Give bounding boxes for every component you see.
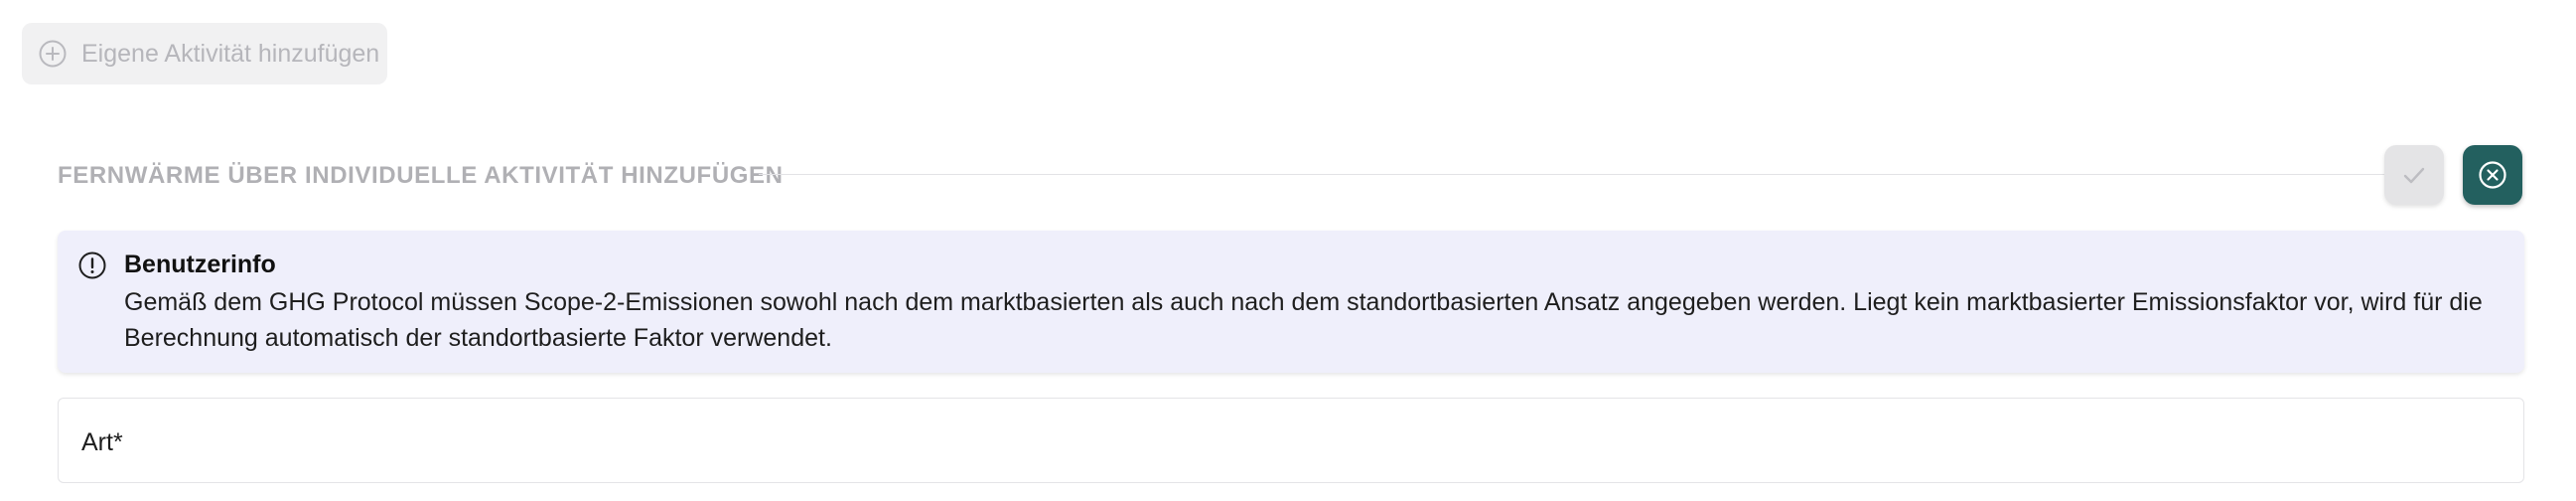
info-text: Gemäß dem GHG Protocol müssen Scope-2-Em…: [124, 288, 2483, 352]
check-icon: [2400, 161, 2428, 189]
section-header: FERNWÄRME ÜBER INDIVIDUELLE AKTIVITÄT HI…: [58, 145, 2524, 207]
add-custom-activity-label: Eigene Aktivität hinzufügen: [81, 39, 380, 68]
confirm-button[interactable]: [2384, 145, 2444, 205]
section-divider: [759, 174, 2417, 175]
add-custom-activity-button[interactable]: Eigene Aktivität hinzufügen: [22, 23, 387, 84]
exclamation-circle-icon: [77, 250, 107, 280]
cancel-button[interactable]: [2463, 145, 2522, 205]
user-info-box: Benutzerinfo Gemäß dem GHG Protocol müss…: [58, 231, 2524, 373]
art-label: Art*: [81, 428, 123, 456]
close-circle-icon: [2477, 159, 2508, 191]
section-title: FERNWÄRME ÜBER INDIVIDUELLE AKTIVITÄT HI…: [58, 162, 784, 189]
plus-circle-icon: [38, 39, 68, 69]
info-title: Benutzerinfo: [124, 250, 276, 278]
art-field[interactable]: Art*: [58, 398, 2524, 483]
